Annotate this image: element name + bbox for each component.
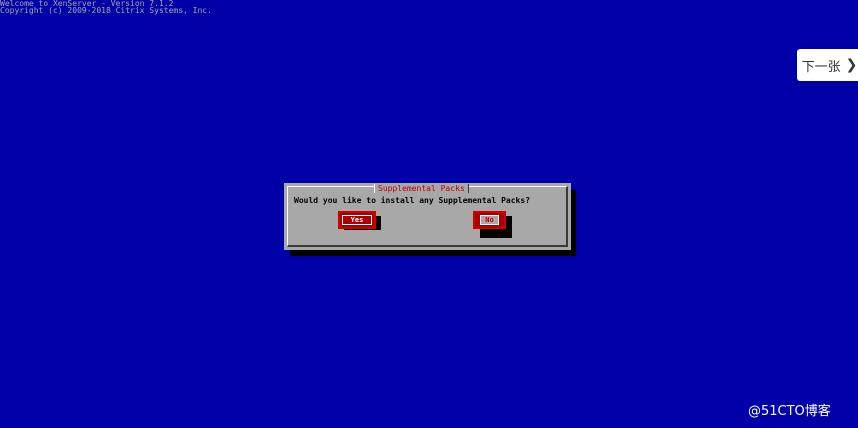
console-copyright-line: Copyright (c) 2009-2018 Citrix Systems, … bbox=[0, 6, 212, 15]
yes-button[interactable]: Yes bbox=[338, 211, 376, 229]
yes-button-label: Yes bbox=[341, 215, 373, 225]
supplemental-packs-dialog: Supplemental Packs Would you like to ins… bbox=[284, 183, 571, 250]
next-image-button[interactable]: 下一张 ❯ bbox=[797, 49, 858, 81]
watermark: @51CTO博客 bbox=[748, 404, 831, 419]
dialog-title: Supplemental Packs bbox=[374, 184, 469, 193]
chevron-right-icon: ❯ bbox=[845, 57, 858, 73]
no-button-label: No bbox=[480, 215, 499, 225]
console-header: Welcome to XenServer - Version 7.1.2 Copy… bbox=[0, 0, 212, 15]
next-image-label: 下一张 bbox=[801, 59, 841, 75]
dialog-message: Would you like to install any Supplement… bbox=[294, 196, 531, 205]
no-button[interactable]: No bbox=[473, 211, 506, 229]
